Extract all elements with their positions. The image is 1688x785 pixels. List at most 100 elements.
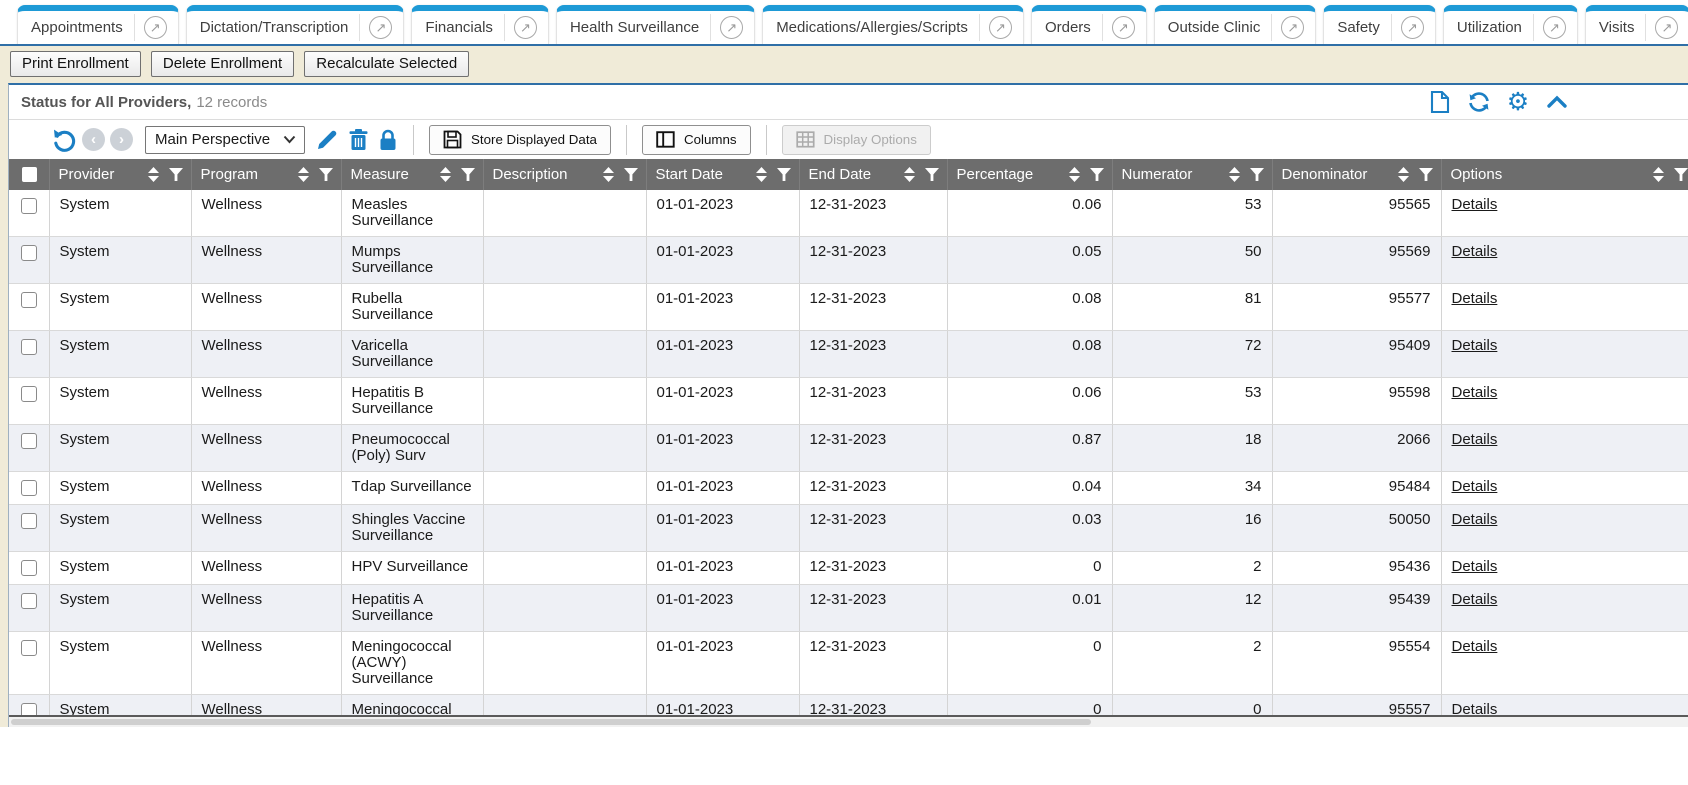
row-checkbox[interactable] [21,703,37,717]
filter-icon[interactable] [461,168,475,181]
sort-icon[interactable] [1398,167,1409,182]
cell-end-date: 12-31-2023 [799,237,947,284]
open-in-new-window-icon[interactable]: ↗ [369,16,392,39]
filter-icon[interactable] [777,168,791,181]
next-perspective-icon[interactable]: › [110,128,133,151]
column-header-provider[interactable]: Provider [49,159,191,190]
details-link[interactable]: Details [1452,478,1498,495]
row-checkbox[interactable] [21,640,37,656]
column-header-options[interactable]: Options [1441,159,1688,190]
delete-enrollment-button[interactable]: Delete Enrollment [151,51,294,77]
scrollbar-thumb[interactable] [11,719,1091,725]
column-header-denominator[interactable]: Denominator [1272,159,1441,190]
cell-percentage: 0 [947,632,1112,695]
filter-icon[interactable] [925,168,939,181]
cell-numerator: 2 [1112,552,1272,585]
open-in-new-window-icon[interactable]: ↗ [1112,16,1135,39]
details-link[interactable]: Details [1452,638,1498,655]
edit-perspective-icon[interactable] [315,128,339,152]
details-link[interactable]: Details [1452,558,1498,575]
print-enrollment-button[interactable]: Print Enrollment [10,51,141,77]
previous-perspective-icon[interactable]: ‹ [82,128,105,151]
row-checkbox[interactable] [21,480,37,496]
column-header-measure[interactable]: Measure [341,159,483,190]
tab-dictation-transcription[interactable]: Dictation/Transcription↗ [186,5,405,44]
column-header-numerator[interactable]: Numerator [1112,159,1272,190]
filter-icon[interactable] [624,168,638,181]
perspective-select[interactable]: Main Perspective [145,126,305,154]
row-checkbox[interactable] [21,513,37,529]
open-in-new-window-icon[interactable]: ↗ [1543,16,1566,39]
filter-icon[interactable] [319,168,333,181]
filter-icon[interactable] [1250,168,1264,181]
filter-icon[interactable] [1674,168,1688,181]
row-checkbox[interactable] [21,245,37,261]
filter-icon[interactable] [169,168,183,181]
sort-icon[interactable] [756,167,767,182]
open-in-new-window-icon[interactable]: ↗ [989,16,1012,39]
columns-button[interactable]: Columns [642,125,751,155]
lock-perspective-icon[interactable] [378,128,398,152]
undo-icon[interactable] [50,126,77,153]
row-checkbox[interactable] [21,386,37,402]
tab-utilization[interactable]: Utilization↗ [1443,5,1578,44]
open-in-new-window-icon[interactable]: ↗ [720,16,743,39]
details-link[interactable]: Details [1452,243,1498,260]
details-link[interactable]: Details [1452,290,1498,307]
open-in-new-window-icon[interactable]: ↗ [514,16,537,39]
filter-icon[interactable] [1419,168,1433,181]
details-link[interactable]: Details [1452,511,1498,528]
new-document-icon[interactable] [1427,89,1453,115]
column-header-description[interactable]: Description [483,159,646,190]
details-link[interactable]: Details [1452,337,1498,354]
sort-icon[interactable] [904,167,915,182]
cell-measure: Tdap Surveillance [341,472,483,505]
refresh-icon[interactable] [1466,89,1492,115]
details-link[interactable]: Details [1452,701,1498,717]
cell-description [483,632,646,695]
open-in-new-window-icon[interactable]: ↗ [144,16,167,39]
open-in-new-window-icon[interactable]: ↗ [1655,16,1678,39]
sort-icon[interactable] [603,167,614,182]
row-checkbox[interactable] [21,339,37,355]
tab-financials[interactable]: Financials↗ [411,5,549,44]
horizontal-scrollbar[interactable] [9,717,1688,727]
open-in-new-window-icon[interactable]: ↗ [1401,16,1424,39]
sort-icon[interactable] [1653,167,1664,182]
sort-icon[interactable] [440,167,451,182]
collapse-panel-icon[interactable] [1544,89,1570,115]
open-in-new-window-icon[interactable]: ↗ [1281,16,1304,39]
row-checkbox[interactable] [21,292,37,308]
sort-icon[interactable] [1069,167,1080,182]
recalculate-selected-button[interactable]: Recalculate Selected [304,51,469,77]
cell-numerator: 34 [1112,472,1272,505]
details-link[interactable]: Details [1452,196,1498,213]
tab-safety[interactable]: Safety↗ [1323,5,1436,44]
tab-appointments[interactable]: Appointments↗ [17,5,179,44]
column-header-start-date[interactable]: Start Date [646,159,799,190]
tab-orders[interactable]: Orders↗ [1031,5,1147,44]
details-link[interactable]: Details [1452,431,1498,448]
column-header-percentage[interactable]: Percentage [947,159,1112,190]
tab-health-surveillance[interactable]: Health Surveillance ↗ [556,5,755,44]
details-link[interactable]: Details [1452,591,1498,608]
sort-icon[interactable] [148,167,159,182]
tab-outside-clinic[interactable]: Outside Clinic↗ [1154,5,1317,44]
row-checkbox[interactable] [21,433,37,449]
store-displayed-data-button[interactable]: Store Displayed Data [429,125,611,155]
tab-label: Health Surveillance [570,19,710,36]
filter-icon[interactable] [1090,168,1104,181]
column-header-end-date[interactable]: End Date [799,159,947,190]
settings-gear-icon[interactable]: ⚙ [1505,89,1531,115]
row-checkbox[interactable] [21,593,37,609]
sort-icon[interactable] [298,167,309,182]
delete-perspective-icon[interactable] [348,128,369,152]
details-link[interactable]: Details [1452,384,1498,401]
sort-icon[interactable] [1229,167,1240,182]
column-header-program[interactable]: Program [191,159,341,190]
select-all-checkbox[interactable] [22,167,37,182]
tab-visits[interactable]: Visits↗ [1585,5,1688,44]
row-checkbox[interactable] [21,560,37,576]
tab-medications-allergies-scripts[interactable]: Medications/Allergies/Scripts↗ [762,5,1024,44]
row-checkbox[interactable] [21,198,37,214]
